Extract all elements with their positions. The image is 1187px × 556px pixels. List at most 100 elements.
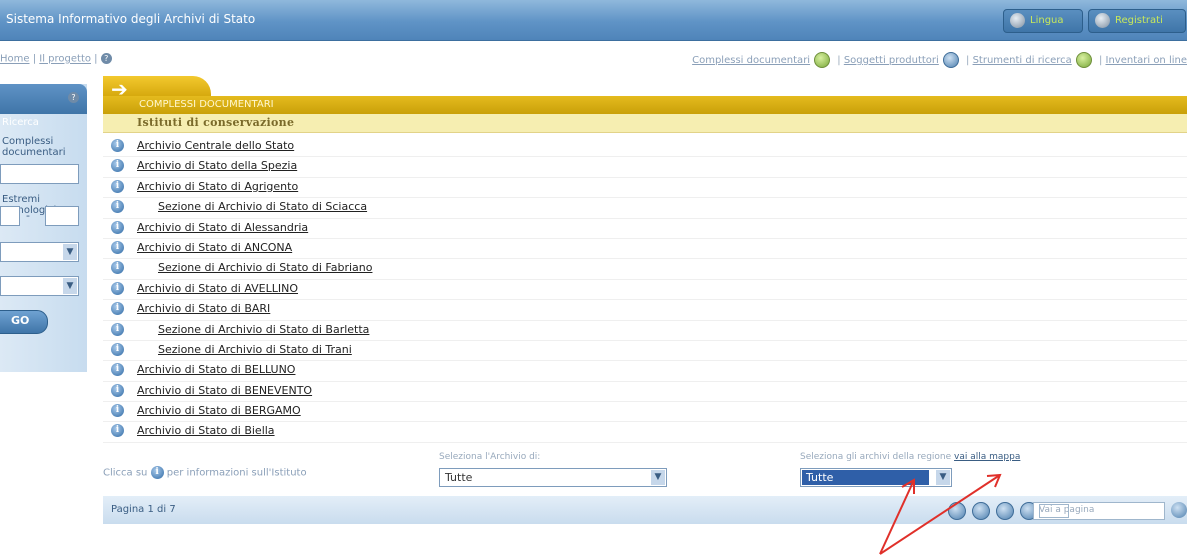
sidebar-select-1[interactable]: ▼ bbox=[0, 242, 79, 262]
info-icon[interactable]: i bbox=[111, 200, 124, 214]
user-icon bbox=[1095, 13, 1110, 28]
archive-link[interactable]: Sezione di Archivio di Stato di Fabriano bbox=[158, 261, 372, 274]
info-note: Clicca su i per informazioni sull'Istitu… bbox=[103, 466, 307, 479]
green-dot-icon bbox=[1075, 52, 1092, 68]
archive-link[interactable]: Archivio di Stato di ANCONA bbox=[137, 241, 292, 254]
chevron-down-icon: ▼ bbox=[63, 278, 77, 294]
section-header: COMPLESSI DOCUMENTARI bbox=[103, 96, 1187, 114]
table-row: i Archivio di Stato di ANCONA bbox=[103, 239, 1187, 260]
table-row: i Archivio Centrale dello Stato bbox=[103, 137, 1187, 158]
sidebar-label-complessi: Complessi documentari bbox=[2, 136, 66, 158]
info-icon[interactable]: i bbox=[111, 139, 124, 152]
register-button[interactable]: Registrati bbox=[1088, 9, 1186, 33]
info-icon[interactable]: i bbox=[111, 240, 124, 254]
archive-link[interactable]: Sezione di Archivio di Stato di Sciacca bbox=[158, 200, 367, 213]
goto-page-button[interactable] bbox=[1171, 502, 1187, 518]
select-regione[interactable]: Tutte ▼ bbox=[800, 468, 952, 487]
help-icon[interactable]: ? bbox=[100, 53, 112, 64]
select-archivio[interactable]: Tutte ▼ bbox=[439, 468, 667, 487]
select-archivio-value: Tutte bbox=[445, 471, 473, 484]
project-link[interactable]: Il progetto bbox=[39, 54, 91, 65]
goto-page: Vai a pagina bbox=[1033, 502, 1165, 520]
table-row: i Archivio di Stato di BENEVENTO bbox=[103, 382, 1187, 403]
info-icon[interactable]: i bbox=[111, 404, 124, 418]
section-label: COMPLESSI DOCUMENTARI bbox=[139, 99, 274, 110]
select-regione-label: Seleziona gli archivi della regione vai … bbox=[800, 452, 1020, 462]
navigation-bar: Home | Il progetto | ? Complessi documen… bbox=[0, 50, 1187, 70]
archive-link[interactable]: Archivio di Stato di AVELLINO bbox=[137, 282, 298, 295]
select-regione-text: Seleziona gli archivi della regione bbox=[800, 452, 952, 462]
top-header-bar: Sistema Informativo degli Archivi di Sta… bbox=[0, 0, 1187, 41]
table-row: i Archivio di Stato di Alessandria bbox=[103, 219, 1187, 239]
table-row: i Sezione di Archivio di Stato di Sciacca bbox=[103, 198, 1187, 219]
table-row: i Archivio di Stato della Spezia bbox=[103, 157, 1187, 178]
nav-link-inventari[interactable]: Inventari on line bbox=[1106, 55, 1187, 66]
archive-link[interactable]: Archivio di Stato di Agrigento bbox=[137, 180, 298, 193]
page-indicator: Pagina 1 di 7 bbox=[111, 504, 176, 515]
info-icon[interactable]: i bbox=[111, 383, 124, 397]
info-icon[interactable]: i bbox=[111, 220, 124, 234]
breadcrumb: Home | Il progetto | ? bbox=[0, 53, 112, 65]
info-icon[interactable]: i bbox=[111, 281, 124, 295]
archive-list: i Archivio Centrale dello Stato i Archivio … bbox=[103, 137, 1187, 443]
language-button[interactable]: Lingua bbox=[1003, 9, 1083, 33]
next-page-icon[interactable] bbox=[996, 502, 1014, 520]
select-archivio-label: Seleziona l'Archivio di: bbox=[439, 452, 541, 462]
map-link[interactable]: vai alla mappa bbox=[954, 452, 1020, 462]
archive-link[interactable]: Archivio di Stato di Alessandria bbox=[137, 221, 308, 234]
search-sidebar: ? Ricerca Complessi documentari Estremi … bbox=[0, 84, 87, 372]
sidebar-title: Ricerca bbox=[2, 117, 39, 128]
table-row: i Archivio di Stato di Agrigento bbox=[103, 178, 1187, 199]
info-note-before: Clicca su bbox=[103, 467, 148, 479]
app-title: Sistema Informativo degli Archivi di Sta… bbox=[6, 12, 256, 26]
archive-link[interactable]: Sezione di Archivio di Stato di Trani bbox=[158, 343, 352, 356]
first-page-icon[interactable] bbox=[948, 502, 966, 520]
date-range-separator: - bbox=[26, 209, 30, 222]
home-link[interactable]: Home bbox=[0, 54, 30, 65]
pagination-controls bbox=[948, 502, 1044, 520]
search-text-input[interactable] bbox=[0, 164, 79, 184]
archive-link[interactable]: Sezione di Archivio di Stato di Barletta bbox=[158, 323, 369, 336]
info-note-after: per informazioni sull'Istituto bbox=[166, 467, 307, 479]
info-icon[interactable]: i bbox=[111, 159, 124, 173]
list-footer: Clicca su i per informazioni sull'Istitu… bbox=[103, 452, 1187, 492]
date-to-input[interactable] bbox=[45, 206, 79, 226]
info-icon[interactable]: i bbox=[111, 261, 124, 275]
table-row: i Archivio di Stato di BELLUNO bbox=[103, 361, 1187, 382]
info-icon[interactable]: i bbox=[111, 322, 124, 336]
info-icon[interactable]: i bbox=[111, 302, 124, 316]
archive-link[interactable]: Archivio di Stato di BENEVENTO bbox=[137, 384, 312, 397]
language-label: Lingua bbox=[1030, 15, 1064, 26]
chevron-down-icon: ▼ bbox=[936, 470, 950, 485]
archive-link[interactable]: Archivio Centrale dello Stato bbox=[137, 139, 294, 152]
section-tab: ➔ bbox=[103, 76, 211, 99]
prev-page-icon[interactable] bbox=[972, 502, 990, 520]
go-label: GO bbox=[11, 314, 30, 327]
archive-link[interactable]: Archivio di Stato di BERGAMO bbox=[137, 404, 301, 417]
archive-link[interactable]: Archivio di Stato di Biella bbox=[137, 424, 275, 437]
sidebar-select-2[interactable]: ▼ bbox=[0, 276, 79, 296]
table-subheader: Istituti di conservazione bbox=[103, 114, 1187, 133]
register-label: Registrati bbox=[1115, 15, 1163, 26]
green-dot-icon bbox=[814, 52, 831, 68]
info-icon[interactable]: i bbox=[111, 363, 124, 377]
table-row: i Sezione di Archivio di Stato di Fabrian… bbox=[103, 259, 1187, 280]
archive-link[interactable]: Archivio di Stato della Spezia bbox=[137, 159, 297, 172]
nav-link-strumenti[interactable]: Strumenti di ricerca bbox=[973, 55, 1072, 66]
info-icon[interactable]: i bbox=[111, 179, 124, 193]
select-regione-value: Tutte bbox=[802, 470, 929, 485]
archive-link[interactable]: Archivio di Stato di BARI bbox=[137, 302, 270, 315]
nav-link-soggetti[interactable]: Soggetti produttori bbox=[844, 55, 939, 66]
help-icon[interactable]: ? bbox=[68, 92, 79, 103]
date-from-input[interactable] bbox=[0, 206, 20, 226]
table-row: i Sezione di Archivio di Stato di Barlett… bbox=[103, 321, 1187, 341]
nav-link-complessi[interactable]: Complessi documentari bbox=[692, 55, 810, 66]
table-row: i Archivio di Stato di BERGAMO bbox=[103, 402, 1187, 423]
info-icon: i bbox=[150, 466, 164, 479]
info-icon[interactable]: i bbox=[111, 424, 124, 438]
sidebar-header: ? bbox=[0, 84, 87, 114]
archive-link[interactable]: Archivio di Stato di BELLUNO bbox=[137, 363, 295, 376]
goto-page-input[interactable] bbox=[1039, 504, 1069, 518]
info-icon[interactable]: i bbox=[111, 342, 124, 356]
go-button[interactable]: GO bbox=[0, 310, 48, 334]
